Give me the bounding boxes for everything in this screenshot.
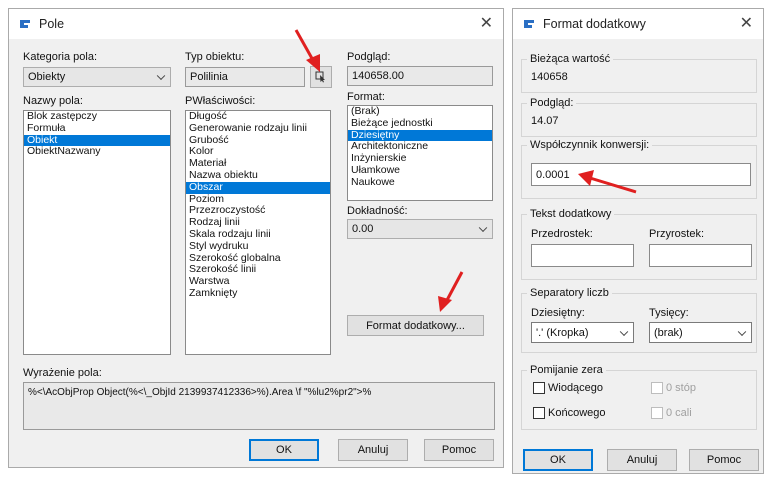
stop-checkbox[interactable]: 0 stóp (651, 382, 696, 394)
pole-titlebar: Pole ✕ (9, 9, 503, 39)
typ-obiektu-field: Polilinia (185, 67, 305, 87)
cancel-button[interactable]: Anuluj (338, 439, 408, 461)
dziesietny-value: '.' (Kropka) (536, 326, 589, 339)
help-button[interactable]: Pomoc (689, 449, 759, 471)
app-logo-icon (524, 20, 534, 28)
przyrostek-input[interactable] (649, 244, 752, 267)
tekst-dodatkowy-label: Tekst dodatkowy (527, 208, 615, 220)
annotation-arrow-icon (438, 271, 464, 312)
tysiecy-label: Tysięcy: (649, 307, 689, 319)
dokladnosc-select[interactable]: 0.00 (347, 219, 493, 239)
podglad-group-label: Podgląd: (527, 97, 577, 109)
format-list[interactable]: (Brak) Bieżące jednostki Dziesiętny Archite… (347, 105, 493, 201)
chevron-down-icon (737, 327, 747, 336)
przedrostek-input[interactable] (531, 244, 634, 267)
przyrostek-label: Przyrostek: (649, 228, 705, 240)
wiodacego-checkbox[interactable]: Wiodącego (533, 382, 603, 394)
pole-dialog: Pole ✕ Kategoria pola: Obiekty Nazwy pol… (8, 8, 504, 468)
nazwy-pola-list[interactable]: Blok zastępczy Formuła Obiekt ObiektNazwany (23, 110, 171, 355)
chevron-down-icon (478, 223, 488, 233)
biezaca-value: 140658 (531, 71, 568, 83)
format-title: Format dodatkowy (543, 17, 646, 31)
list-item[interactable]: Ułamkowe (348, 164, 492, 177)
annotation-arrow-icon (578, 170, 637, 194)
ok-button[interactable]: OK (249, 439, 319, 461)
biezaca-label: Bieżąca wartość (527, 53, 614, 65)
nazwy-label: Nazwy pola: (23, 95, 83, 107)
dokladnosc-value: 0.00 (352, 223, 374, 235)
pomijanie-group (521, 370, 757, 430)
dokladnosc-label: Dokładność: (347, 205, 408, 217)
format-dodatkowy-dialog: Format dodatkowy ✕ Bieżąca wartość 14065… (512, 8, 764, 474)
typ-obiektu-label: Typ obiektu: (185, 51, 245, 63)
format-titlebar: Format dodatkowy ✕ (513, 9, 763, 39)
close-icon[interactable]: ✕ (480, 14, 493, 34)
podglad-format-value: 14.07 (531, 115, 559, 127)
wyrazenie-label: Wyrażenie pola: (23, 367, 102, 379)
tysiecy-value: (brak) (654, 326, 683, 339)
checkbox-box (651, 382, 663, 394)
stop-label: 0 stóp (666, 382, 696, 394)
kategoria-label: Kategoria pola: (23, 51, 97, 63)
help-button[interactable]: Pomoc (424, 439, 494, 461)
koncowego-checkbox[interactable]: Końcowego (533, 407, 606, 419)
separatory-label: Separatory liczb (527, 287, 612, 299)
cancel-button[interactable]: Anuluj (607, 449, 677, 471)
list-item[interactable]: Styl wydruku (186, 240, 330, 253)
dziesietny-label: Dziesiętny: (531, 307, 585, 319)
list-item[interactable]: Generowanie rodzaju linii (186, 122, 330, 135)
podglad-label: Podgląd: (347, 51, 391, 63)
list-item[interactable]: Formuła (24, 122, 170, 135)
list-item[interactable]: Zamknięty (186, 287, 330, 300)
wspolczynnik-value: 0.0001 (536, 168, 570, 181)
wyrazenie-value: %<\AcObjProp Object(%<\_ObjId 2139937412… (28, 387, 372, 398)
format-label: Format: (347, 91, 385, 103)
typ-obiektu-value: Polilinia (190, 71, 228, 83)
podglad-field: 140658.00 (347, 66, 493, 86)
annotation-arrow-icon (294, 29, 320, 72)
wlasciwosci-list[interactable]: Długość Generowanie rodzaju linii Grubość K… (185, 110, 331, 355)
cali-checkbox[interactable]: 0 cali (651, 407, 692, 419)
kategoria-select[interactable]: Obiekty (23, 67, 171, 87)
tysiecy-select[interactable]: (brak) (649, 322, 752, 343)
checkbox-box (651, 407, 663, 419)
checkbox-box (533, 382, 545, 394)
pole-title: Pole (39, 17, 65, 31)
pomijanie-label: Pomijanie zera (527, 364, 606, 376)
ok-button[interactable]: OK (523, 449, 593, 471)
app-logo-icon (20, 20, 30, 28)
wspolczynnik-label: Współczynnik konwersji: (527, 139, 653, 151)
podglad-value: 140658.00 (352, 70, 404, 82)
wlasciwosci-label: PWłaściwości: (185, 95, 256, 107)
list-item[interactable]: Nazwa obiektu (186, 169, 330, 182)
checkbox-box (533, 407, 545, 419)
kategoria-value: Obiekty (28, 71, 66, 83)
cali-label: 0 cali (666, 407, 692, 419)
dziesietny-select[interactable]: '.' (Kropka) (531, 322, 634, 343)
chevron-down-icon (156, 71, 166, 81)
wyrazenie-field: %<\AcObjProp Object(%<\_ObjId 2139937412… (23, 382, 495, 430)
list-item[interactable]: ObiektNazwany (24, 146, 170, 158)
list-item[interactable]: Obszar (186, 181, 330, 194)
wiodacego-label: Wiodącego (548, 382, 604, 394)
list-item[interactable]: Naukowe (348, 176, 492, 189)
list-item[interactable]: Bieżące jednostki (348, 117, 492, 130)
przedrostek-label: Przedrostek: (531, 228, 593, 240)
chevron-down-icon (619, 327, 629, 336)
koncowego-label: Końcowego (548, 407, 606, 419)
close-icon[interactable]: ✕ (740, 14, 753, 34)
format-dodatkowy-button[interactable]: Format dodatkowy... (347, 315, 484, 336)
list-item[interactable]: Skala rodzaju linii (186, 228, 330, 241)
